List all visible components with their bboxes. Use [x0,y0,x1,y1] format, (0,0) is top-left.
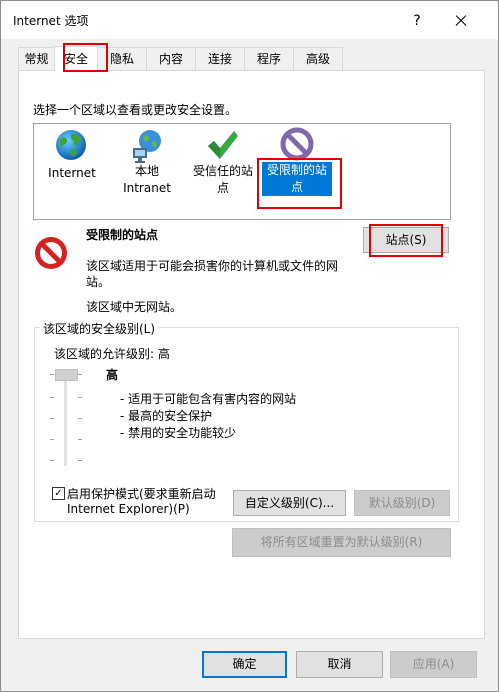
ok-button[interactable]: 确定 [202,651,287,678]
protected-mode-label-line2[interactable]: Internet Explorer)(P) [67,502,190,516]
slider-tick [78,460,82,461]
tab-advanced[interactable]: 高级 [293,47,343,70]
protected-mode-label-line1[interactable]: 启用保护模式(要求重新启动 [67,485,216,502]
globe-icon[interactable] [53,128,89,164]
tab-connections[interactable]: 连接 [195,47,245,70]
checkmark-icon[interactable] [205,128,239,162]
apply-button[interactable]: 应用(A) [390,651,477,678]
zone-detail-no-sites: 该区域中无网站。 [86,300,183,314]
zone-detail-desc-line2: 站。 [86,275,111,289]
slider-tick [78,397,82,398]
tab-content[interactable]: 内容 [146,47,196,70]
security-level-group-label: 该区域的安全级别(L) [40,320,159,337]
reset-all-zones-button[interactable]: 将所有区域重置为默认级别(R) [232,528,451,557]
zone-label-line1: 受信任的站 [192,164,253,178]
slider-tick [50,418,54,419]
security-level-slider-track[interactable] [64,372,67,466]
local-intranet-icon[interactable] [130,128,164,164]
zone-label-line1: 本地 [134,164,159,178]
slider-tick [50,374,54,375]
zone-label-line2: 点 [216,181,229,195]
slider-tick [78,418,82,419]
slider-tick [50,439,54,440]
allowed-level-label: 该区域的允许级别: 高 [54,347,170,361]
annotation-highlight-restricted-zone [257,158,342,209]
zone-label-line2: Intranet [123,181,171,195]
slider-tick [50,460,54,461]
annotation-highlight-sites-button [369,224,443,257]
zone-detail-title: 受限制的站点 [86,228,159,242]
close-icon[interactable] [449,9,473,33]
no-entry-icon [34,236,68,270]
custom-level-button[interactable]: 自定义级别(C)... [233,490,346,516]
zones-prompt: 选择一个区域以查看或更改安全设置。 [33,103,238,117]
slider-tick [78,374,82,375]
zone-label: Internet [48,166,96,180]
zone-detail-desc-line1: 该区域适用于可能会损害你的计算机或文件的网 [86,259,339,273]
default-level-button[interactable]: 默认级别(D) [354,490,450,516]
title-bar: Internet 选项 ? [1,1,498,39]
help-button[interactable]: ? [405,9,429,33]
security-level-name: 高 [106,368,119,382]
level-bullet: - 最高的安全保护 [120,409,213,423]
zone-local-intranet[interactable]: 本地 Intranet [115,163,179,197]
tab-programs[interactable]: 程序 [244,47,294,70]
zone-internet[interactable]: Internet [38,165,106,182]
cancel-button[interactable]: 取消 [296,651,383,678]
slider-tick [50,397,54,398]
annotation-highlight-security-tab [63,43,108,72]
level-bullet: - 适用于可能包含有害内容的网站 [120,392,297,406]
zone-trusted-sites[interactable]: 受信任的站 点 [185,163,261,197]
protected-mode-checkbox[interactable]: ✓ [52,487,65,500]
security-level-slider-thumb[interactable] [55,369,78,381]
restricted-sites-icon[interactable] [280,127,314,161]
level-bullet: - 禁用的安全功能较少 [120,426,237,440]
window-title: Internet 选项 [13,14,89,28]
tab-general[interactable]: 常规 [18,47,55,70]
slider-tick [78,439,82,440]
